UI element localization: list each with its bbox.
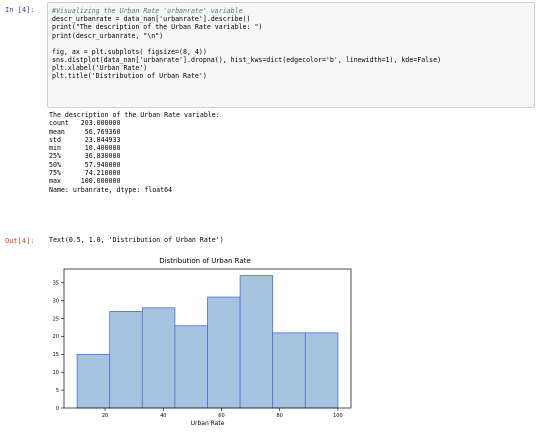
- histogram-bars: [76, 275, 339, 409]
- stat-value: 57.940000: [76, 160, 121, 169]
- stdout-header: The description of the Urban Rate variab…: [49, 111, 220, 119]
- input-prompt: In [4]:: [5, 6, 35, 14]
- describe-stats: count 203.000000 mean 56.769360 std 23.844…: [49, 119, 220, 185]
- stat-row: max 100.000000: [49, 177, 220, 185]
- y-tick-label: 25: [53, 316, 59, 322]
- stat-row: 25% 36.830000: [49, 152, 220, 160]
- code-input-cell[interactable]: #Visualizing the Urban Rate 'urbanrate' …: [47, 2, 535, 108]
- y-tick-label: 15: [53, 352, 59, 358]
- stat-label: std: [49, 135, 77, 144]
- histogram-bar: [272, 332, 306, 409]
- stat-label: 75%: [49, 169, 77, 178]
- stdout-output: The description of the Urban Rate variab…: [49, 111, 220, 194]
- x-axis-ticks: 20 40 60 80 100: [102, 408, 343, 419]
- histogram-plot: Distribution of Urban Rate 20 40 60 80 100 0…: [53, 257, 352, 427]
- code-line-4: print(descr_urbanrate, "\n"): [52, 31, 164, 40]
- stat-label: 25%: [49, 152, 77, 161]
- y-axis-ticks: 0 5 10 15 20 25 30 35: [53, 281, 64, 412]
- y-tick-label: 0: [56, 406, 59, 412]
- stat-label: mean: [49, 127, 77, 136]
- y-tick-label: 20: [53, 334, 59, 340]
- code-line-3: print("The description of the Urban Rate…: [52, 23, 263, 32]
- stat-value: 203.000000: [76, 119, 121, 128]
- code-line-8: plt.title('Distribution of Urban Rate'): [52, 72, 207, 81]
- code-line-1: #Visualizing the Urban Rate 'urbanrate' …: [52, 7, 243, 15]
- stat-value: 10.400000: [76, 144, 121, 153]
- code-line-2: descr_urbanrate = data_nan['urbanrate'].…: [52, 15, 251, 24]
- stat-row: count 203.000000: [49, 119, 220, 127]
- stat-label: min: [49, 144, 77, 153]
- stat-row: mean 56.769360: [49, 128, 220, 136]
- x-axis-label: Urban Rate: [191, 420, 225, 427]
- histogram-bar: [304, 332, 339, 409]
- histogram-bar: [207, 296, 241, 409]
- histogram-bar: [76, 353, 111, 409]
- stdout-footer: Name: urbanrate, dtype: float64: [49, 185, 173, 194]
- stat-value: 74.210000: [76, 169, 121, 178]
- y-tick-label: 5: [56, 388, 59, 394]
- code-line-7: plt.xlabel('Urban Rate'): [52, 64, 148, 73]
- output-text: Text(0.5, 1.0, 'Distribution of Urban Ra…: [49, 236, 224, 244]
- stat-value: 23.844933: [76, 135, 121, 144]
- stat-value: 36.830000: [76, 152, 121, 161]
- stat-label: 50%: [49, 160, 77, 169]
- stat-row: 75% 74.210000: [49, 169, 220, 177]
- x-tick-label: 60: [218, 413, 224, 419]
- y-tick-label: 10: [53, 370, 59, 376]
- stat-value: 100.000000: [76, 177, 121, 186]
- histogram-bar: [141, 307, 176, 409]
- histogram-bar: [109, 310, 143, 409]
- stat-value: 56.769360: [76, 127, 121, 136]
- chart-title: Distribution of Urban Rate: [159, 257, 250, 265]
- y-tick-label: 35: [53, 281, 59, 287]
- x-tick-label: 20: [102, 413, 108, 419]
- code-line-6: sns.distplot(data_nan['urbanrate'].dropn…: [52, 56, 442, 65]
- stat-row: std 23.844933: [49, 136, 220, 144]
- x-tick-label: 40: [160, 413, 166, 419]
- y-tick-label: 30: [53, 298, 59, 304]
- output-prompt: Out[4]:: [5, 237, 35, 245]
- stat-label: max: [49, 177, 77, 186]
- stat-label: count: [49, 119, 77, 128]
- stat-row: min 10.400000: [49, 144, 220, 152]
- code-line-5: fig, ax = plt.subplots( figsize=(8, 4)): [52, 47, 207, 56]
- stat-row: 50% 57.940000: [49, 161, 220, 169]
- x-tick-label: 80: [276, 413, 282, 419]
- x-tick-label: 100: [333, 413, 343, 419]
- histogram-bar: [174, 325, 208, 409]
- histogram-bar: [239, 275, 274, 409]
